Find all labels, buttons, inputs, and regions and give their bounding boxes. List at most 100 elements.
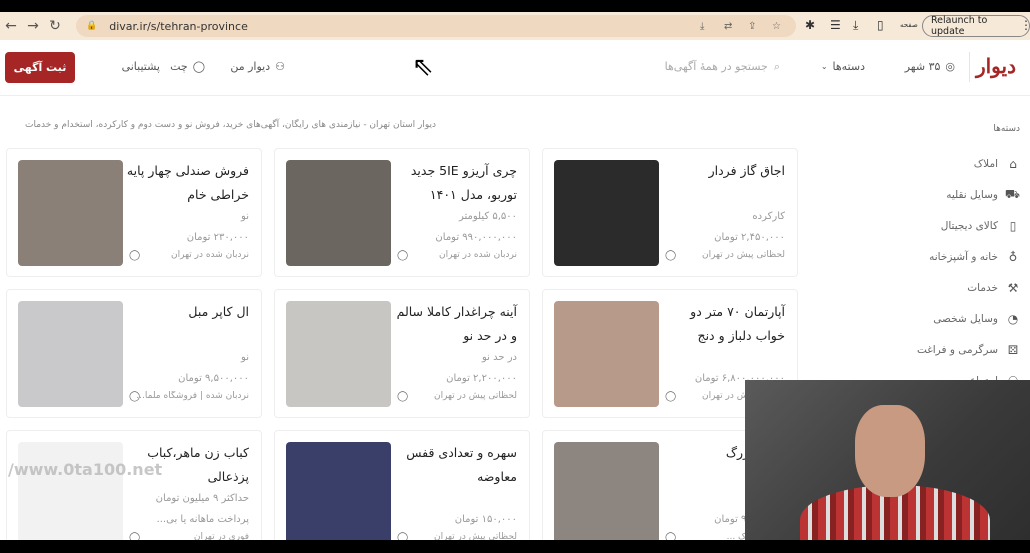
post-ad-button[interactable]: ثبت آگهی: [5, 52, 75, 83]
chat-icon[interactable]: ◯: [665, 391, 676, 402]
listing-condition: حداکثر ۹ میلیون تومان: [155, 493, 249, 504]
listing-card[interactable]: چری آریزو 5IE جدید توربو، مدل ۱۴۰۱ ۵,۵۰۰…: [274, 148, 530, 277]
address-bar[interactable]: 🔒 divar.ir/s/tehran-province ⤓ ⇄ ⇪ ☆: [76, 15, 796, 37]
listing-title[interactable]: چری آریزو 5IE جدید توربو، مدل ۱۴۰۱: [393, 159, 517, 207]
listing-image[interactable]: [554, 301, 659, 407]
listing-image[interactable]: [554, 160, 659, 266]
sidepanel-icon[interactable]: ▯: [877, 18, 884, 32]
chevron-down-icon: ⌄: [820, 62, 828, 71]
sidebar-item[interactable]: ⚒ خدمات: [820, 272, 1020, 303]
dice-icon: ⚄: [1007, 342, 1019, 357]
lock-icon: 🔒: [86, 21, 98, 31]
listing-title[interactable]: اجاق گاز فردار: [661, 159, 785, 183]
listing-card[interactable]: کباب زن ماهر،کباب پزذعالی حداکثر ۹ میلیو…: [6, 430, 262, 540]
lamp-icon: ♁: [1008, 249, 1018, 264]
star-icon[interactable]: ☆: [772, 21, 781, 32]
sidebar-item[interactable]: ⛟ وسایل نقلیه: [820, 179, 1020, 210]
sidebar-title: دسته‌ها: [993, 124, 1020, 134]
listing-image[interactable]: [286, 301, 391, 407]
brush-icon: ⚒: [1007, 280, 1019, 295]
listing-image[interactable]: [18, 301, 123, 407]
phone-icon: ▯: [1009, 218, 1017, 233]
chat-icon: ◯: [192, 60, 205, 73]
listing-price: ۱۵۰,۰۰۰ تومان: [454, 514, 517, 525]
chat-icon[interactable]: ◯: [665, 250, 676, 261]
listing-title[interactable]: فروش صندلی چهار پایه خراطی خام: [125, 159, 249, 207]
listing-price: ۲,۲۰۰,۰۰۰ تومان: [446, 373, 517, 384]
listing-title[interactable]: سهره و تعدادی قفس معاوضه: [393, 441, 517, 489]
listing-image[interactable]: [554, 442, 659, 540]
listing-image[interactable]: [286, 160, 391, 266]
listing-image[interactable]: [286, 442, 391, 540]
chat-icon[interactable]: ◯: [665, 532, 676, 540]
listing-card[interactable]: آینه چراغدار کاملا سالم و در حد نو در حد…: [274, 289, 530, 418]
presenter-face: [855, 405, 925, 497]
download-icon[interactable]: ⤓: [853, 18, 858, 33]
listing-image[interactable]: [18, 160, 123, 266]
listing-price: ۲,۴۵۰,۰۰۰ تومان: [714, 232, 785, 243]
listing-card[interactable]: ال کاپر مبل نو ۹,۵۰۰,۰۰۰ تومان نردبان شد…: [6, 289, 262, 418]
listing-meta: نردبان شده در تهران: [171, 250, 249, 260]
listing-card[interactable]: سهره و تعدادی قفس معاوضه ۱۵۰,۰۰۰ تومان ل…: [274, 430, 530, 540]
location-icon: ◎: [945, 60, 955, 73]
categories-dropdown[interactable]: دسته‌ها ⌄: [821, 60, 865, 73]
sidebar-item[interactable]: ◔ وسایل شخصی: [820, 303, 1020, 334]
car-icon: ⛟: [1004, 186, 1020, 201]
chat-icon[interactable]: ◯: [397, 391, 408, 402]
share-icon[interactable]: ⇪: [748, 21, 756, 32]
sidebar-item-label: سرگرمی و فراغت: [916, 343, 998, 356]
sidebar-item[interactable]: ▯ کالای دیجیتال: [820, 210, 1020, 241]
listing-card[interactable]: فروش صندلی چهار پایه خراطی خام نو ۲۳۰,۰۰…: [6, 148, 262, 277]
chat-label: چت: [170, 60, 188, 73]
sidebar-item-label: وسایل نقلیه: [946, 188, 998, 201]
listing-meta: لحظاتی پیش در تهران: [433, 532, 517, 540]
chat-icon[interactable]: ◯: [397, 250, 408, 261]
sidebar-item[interactable]: ♁ خانه و آشپزخانه: [820, 241, 1020, 272]
chat-icon[interactable]: ◯: [129, 532, 140, 540]
chat-icon[interactable]: ◯: [397, 532, 408, 540]
extensions-icon[interactable]: ✱: [805, 18, 815, 32]
search-input[interactable]: ⌕ جستجو در همهٔ آگهی‌ها: [665, 60, 780, 74]
chat-icon[interactable]: ◯: [129, 391, 140, 402]
listing-title[interactable]: آپارتمان ۷۰ متر دو خواب دلباز و دنج: [661, 300, 785, 348]
webcam-overlay: [745, 380, 1030, 540]
watch-icon: ◔: [1007, 311, 1019, 326]
search-icon: ⌕: [773, 60, 780, 73]
watermark: /www.0ta100.net: [8, 460, 163, 479]
reload-icon[interactable]: ↻: [44, 18, 66, 34]
sidebar-item[interactable]: ⚄ سرگرمی و فراغت: [820, 334, 1020, 365]
back-icon[interactable]: ←: [0, 18, 22, 34]
city-selector[interactable]: ◎ ۳۵ شهر: [905, 60, 955, 73]
listing-condition: در حد نو: [481, 352, 517, 363]
support-label: پشتیبانی: [121, 60, 160, 73]
translate-icon[interactable]: ⇄: [724, 21, 732, 32]
listing-card[interactable]: اجاق گاز فردار کارکرده ۲,۴۵۰,۰۰۰ تومان ل…: [542, 148, 798, 277]
divider: [969, 52, 970, 82]
install-icon[interactable]: ⤓: [700, 21, 704, 32]
forward-icon[interactable]: →: [22, 18, 44, 34]
listing-meta: فوری در تهران: [193, 532, 249, 540]
sidebar-item[interactable]: ⌂ املاک: [820, 148, 1020, 179]
mouse-cursor-icon: ⇖: [412, 52, 434, 82]
menu-icon[interactable]: ⋮: [1020, 18, 1030, 32]
chat-icon[interactable]: ◯: [129, 250, 140, 261]
listing-title[interactable]: آینه چراغدار کاملا سالم و در حد نو: [393, 300, 517, 348]
divar-logo[interactable]: دیوار: [976, 54, 1016, 78]
user-icon: ⚇: [275, 60, 285, 73]
sidebar-item-label: خدمات: [967, 281, 998, 294]
listing-title[interactable]: ال کاپر مبل: [125, 300, 249, 324]
support-button[interactable]: پشتیبانی: [122, 60, 160, 73]
relaunch-button[interactable]: Relaunch to update: [922, 15, 1030, 37]
listing-image[interactable]: [18, 442, 123, 540]
browser-toolbar: ← → ↻ 🔒 divar.ir/s/tehran-province ⤓ ⇄ ⇪…: [0, 12, 1030, 40]
city-label: ۳۵ شهر: [904, 60, 941, 73]
profile-avatar[interactable]: صفحه: [900, 21, 918, 29]
listing-condition: کارکرده: [752, 211, 785, 222]
chat-button[interactable]: ◯ چت: [170, 60, 205, 73]
sidebar-item-label: خانه و آشپزخانه: [929, 250, 998, 263]
reading-list-icon[interactable]: ☰: [830, 18, 841, 32]
categories-sidebar: دسته‌ها ⌂ املاک ⛟ وسایل نقلیه ▯ کالای دیجیتال…: [820, 124, 1020, 396]
building-icon: ⌂: [1009, 156, 1017, 171]
my-divar-button[interactable]: ⚇ دیوار من: [230, 60, 285, 73]
page-description: دیوار استان تهران - نیازمندی های رایگان،…: [25, 120, 436, 130]
